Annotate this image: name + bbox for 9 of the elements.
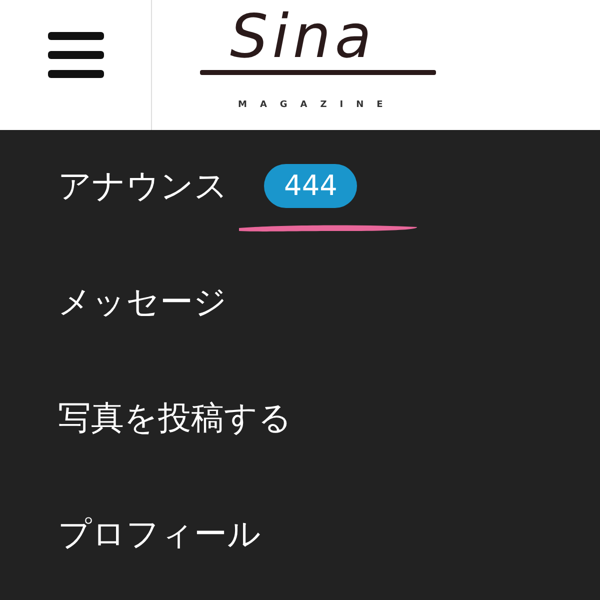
menu-item[interactable]: メッセージ (58, 280, 227, 324)
logo-text[interactable]: Sina (200, 4, 436, 70)
count-badge: 444 (264, 164, 358, 208)
menu-icon[interactable] (48, 32, 104, 78)
menu-item[interactable]: アナウンス (58, 164, 228, 208)
logo-subtitle: MAGAZINE (238, 100, 396, 110)
logo-baseline-icon (200, 70, 436, 76)
menu-item[interactable]: 写真を投稿する (58, 396, 292, 440)
menu-item[interactable]: プロフィール (58, 512, 261, 556)
